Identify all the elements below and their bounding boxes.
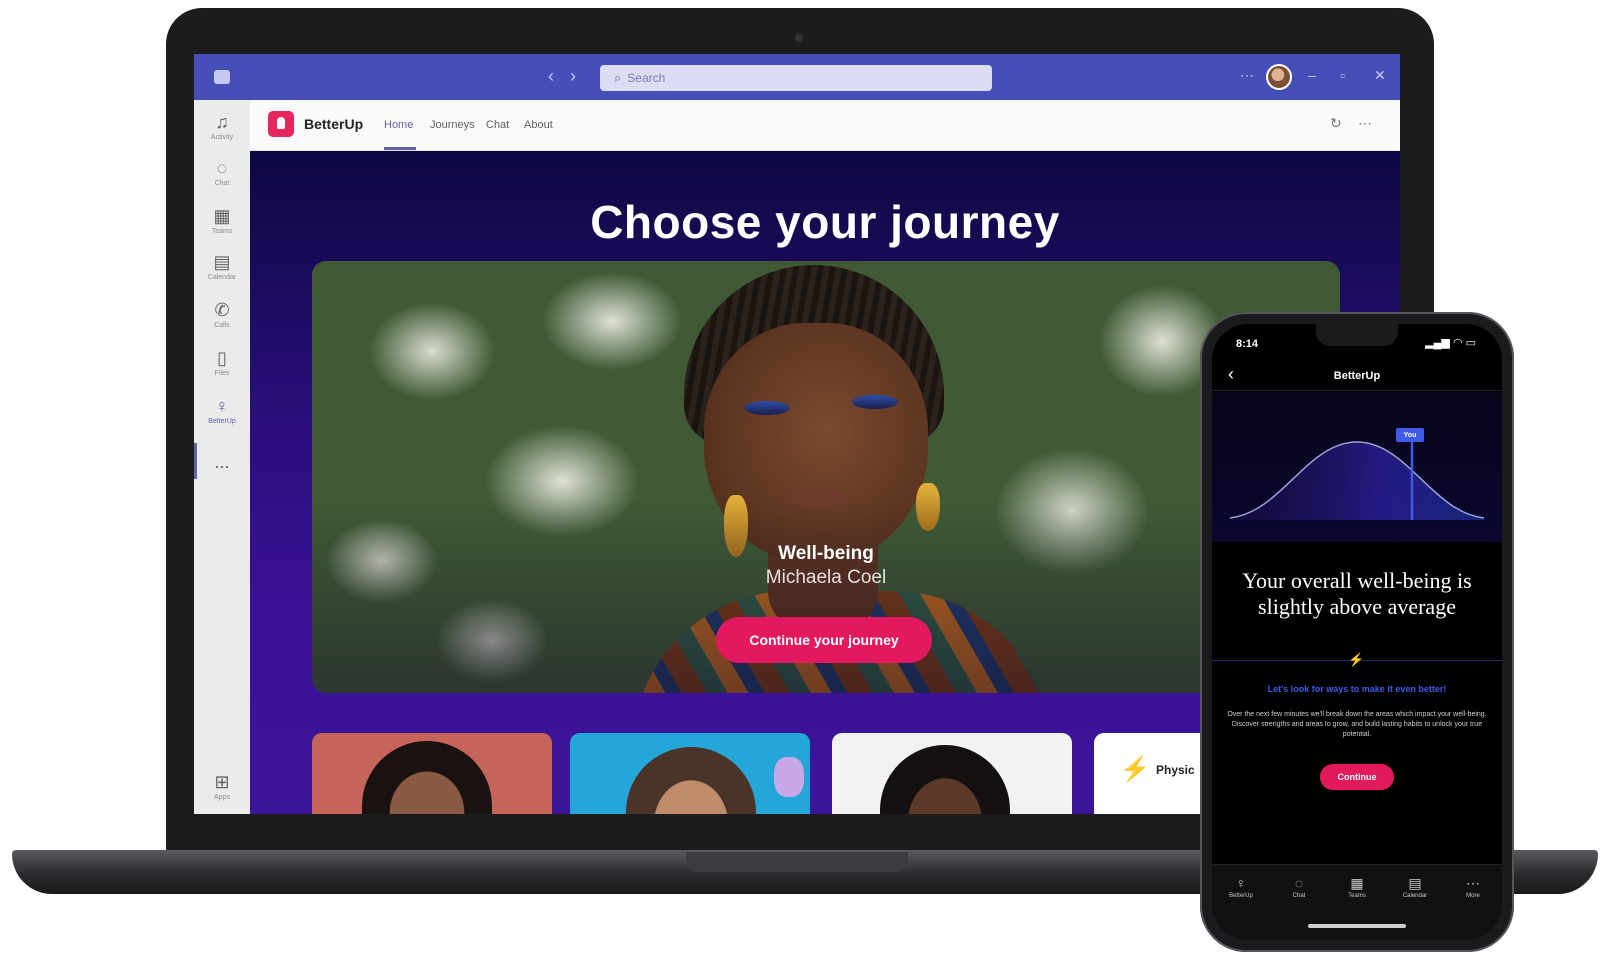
wellbeing-curve-panel [1212,392,1502,542]
rail-item-calls[interactable]: ✆ Calls [194,300,250,329]
rail-item-files[interactable]: ▯ Files [194,348,250,377]
rail-item-teams[interactable]: ▦ Teams [194,206,250,235]
chat-icon: ◌ [216,158,228,178]
teams-icon: ▦ [213,206,231,226]
rail-item-activity[interactable]: ♫ Activity [194,112,250,141]
tab-home[interactable]: Home [384,119,413,131]
maximize-icon[interactable]: ▫ [1340,67,1345,83]
journey-card[interactable] [832,733,1072,814]
hero-card[interactable]: Well-being Michaela Coel Continue your j… [312,261,1340,693]
continue-button[interactable]: Continue [1320,764,1394,790]
phone-screen: 8:14 ▂▄▆ ◠ ▭ ‹ BetterUp You Your overall… [1212,324,1502,940]
ellipsis-icon: ... [214,452,230,472]
journey-card[interactable] [312,733,552,814]
teams-icon: ▦ [1350,875,1364,891]
betterup-icon: ♀ [215,396,229,416]
lightning-bolt-icon: ⚡ [1120,756,1150,783]
search-placeholder: Search [627,71,666,85]
back-arrow-icon[interactable]: ‹ [548,66,554,87]
betterup-logo-icon [268,111,294,137]
phone-app-title: BetterUp [1333,370,1381,382]
rail-item-calendar[interactable]: ▤ Calendar [194,252,250,281]
close-icon[interactable]: ✕ [1374,67,1386,84]
ellipsis-icon: ⋯ [1466,875,1480,891]
teams-logo-icon [214,70,230,84]
curve-area [1230,442,1484,520]
bell-curve-graphic [1229,438,1485,520]
nav-item-more[interactable]: ⋯ More [1444,875,1502,899]
hero-title: Well-being [778,543,874,564]
journey-card-portrait [626,747,756,814]
status-icons: ▂▄▆ ◠ ▭ [1425,337,1476,349]
decorative-shape [774,757,804,797]
app-header: BetterUp Home Journeys Chat About ↻ ⋯ [250,100,1400,151]
phone-bottom-nav: ♀ BetterUp ◌ Chat ▦ Teams ▤ Calendar ⋯ M… [1212,864,1502,940]
nav-item-chat[interactable]: ◌ Chat [1270,875,1328,899]
rail-item-apps[interactable]: ⊞ Apps [194,772,250,801]
page-title: Choose your journey [590,196,1060,248]
app-name: BetterUp [304,116,364,132]
journey-card-portrait [362,741,492,814]
betterup-icon: ♀ [1235,875,1247,891]
you-marker-badge: You [1396,428,1424,442]
nav-item-teams[interactable]: ▦ Teams [1328,875,1386,899]
status-time: 8:14 [1236,338,1259,350]
search-input[interactable]: ⌕ Search [600,65,992,91]
refresh-icon[interactable]: ↻ [1330,115,1342,132]
intro-paragraph: Over the next few minutes we'll break do… [1227,711,1487,738]
phone-notch [1316,324,1398,346]
tab-journeys[interactable]: Journeys [430,119,475,131]
journey-card-label: Physic [1156,763,1195,777]
active-tab-underline [384,147,416,150]
teams-app-rail: ♫ Activity ◌ Chat ▦ Teams ▤ Calendar ✆ C… [194,100,251,814]
home-indicator [1308,924,1406,928]
journey-card-portrait [880,745,1010,814]
nav-item-betterup[interactable]: ♀ BetterUp [1212,875,1270,899]
minimize-icon[interactable]: – [1308,67,1316,83]
teams-title-bar: ‹ › ⌕ Search ⋯ – ▫ ✕ [194,54,1400,100]
rail-more-button[interactable]: ... [194,452,250,472]
improve-link[interactable]: Let's look for ways to make it even bett… [1222,684,1492,694]
more-options-icon[interactable]: ⋯ [1240,67,1254,84]
forward-arrow-icon[interactable]: › [570,66,576,87]
apps-icon: ⊞ [214,772,230,792]
lightning-bolt-icon: ⚡ [1348,652,1365,667]
rail-item-betterup[interactable]: ♀ BetterUp [194,396,250,425]
journey-card[interactable] [570,733,810,814]
calendar-icon: ▤ [1408,875,1422,891]
nav-item-calendar[interactable]: ▤ Calendar [1386,875,1444,899]
avatar[interactable] [1266,64,1292,90]
file-icon: ▯ [217,348,227,368]
phone-icon: ✆ [214,300,230,320]
laptop-hinge [686,852,908,872]
calendar-icon: ▤ [213,252,231,272]
laptop-camera [795,34,803,42]
bell-icon: ♫ [215,112,229,132]
search-icon: ⌕ [614,70,622,85]
phone-header-divider [1212,390,1502,391]
tab-chat[interactable]: Chat [486,119,509,131]
continue-journey-button[interactable]: Continue your journey [716,617,932,663]
hero-subtitle: Michaela Coel [765,567,887,588]
wellbeing-headline: Your overall well-being is slightly abov… [1242,568,1472,619]
rail-item-chat[interactable]: ◌ Chat [194,158,250,187]
more-icon[interactable]: ⋯ [1358,115,1372,132]
tab-about[interactable]: About [524,119,553,131]
chat-icon: ◌ [1294,875,1304,891]
